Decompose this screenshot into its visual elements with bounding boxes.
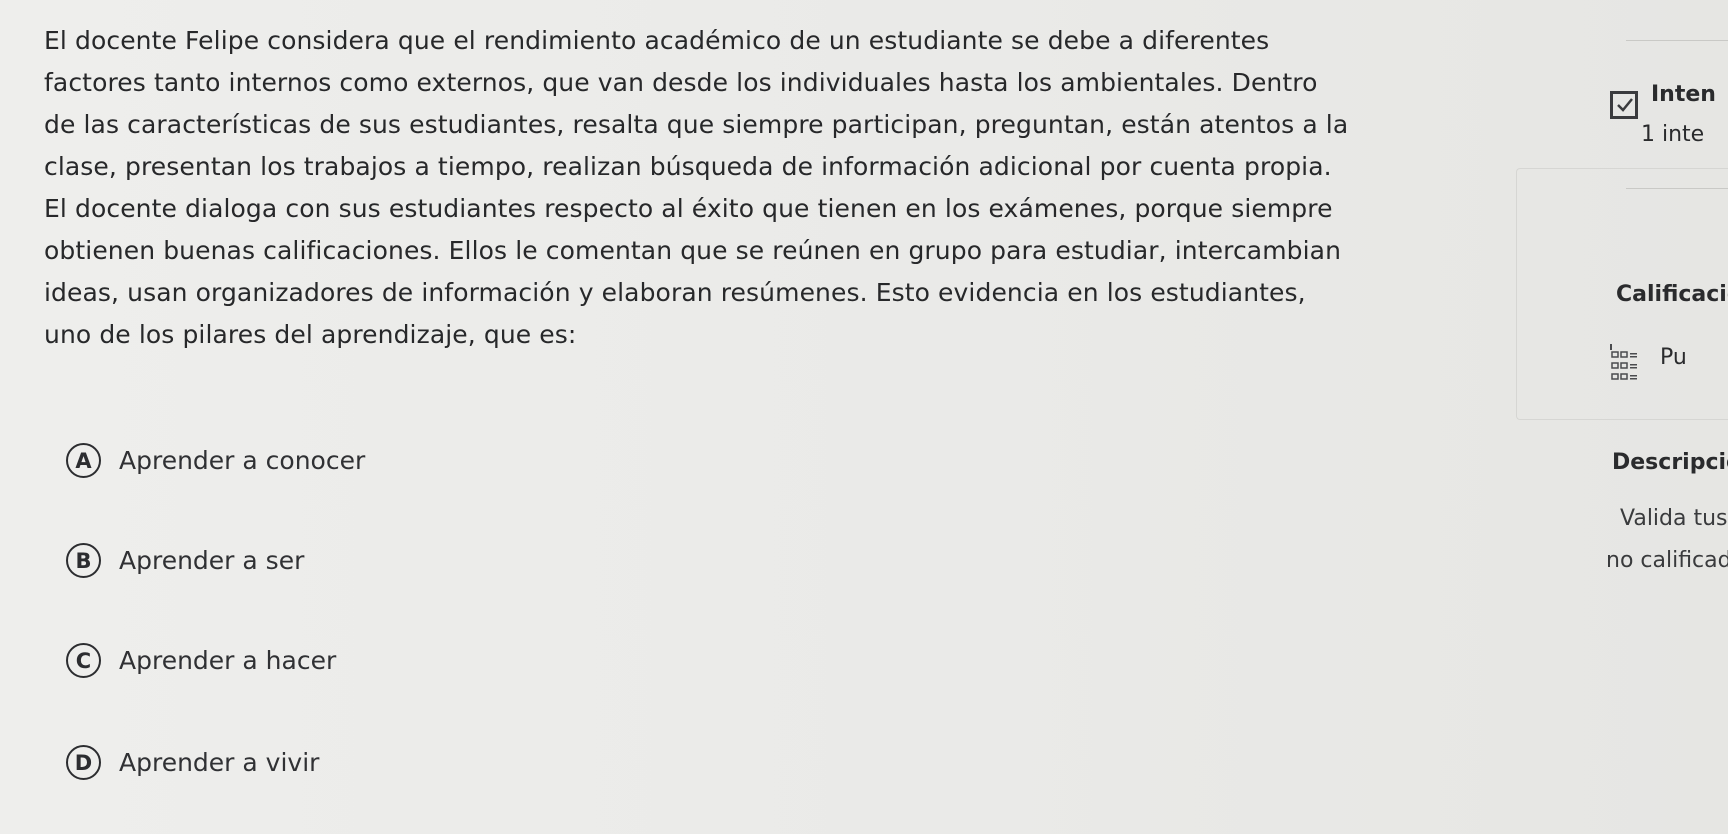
question-line: de las características de sus estudiante…: [44, 110, 1349, 139]
option-letter-badge[interactable]: A: [66, 443, 101, 478]
attempts-title: Inten: [1651, 82, 1716, 107]
question-line: factores tanto internos como externos, q…: [44, 68, 1318, 97]
option-label[interactable]: Aprender a conocer: [119, 446, 365, 475]
option-letter-badge[interactable]: D: [66, 745, 101, 780]
question-line: El docente Felipe considera que el rendi…: [44, 26, 1270, 55]
grid-list-icon: [1610, 344, 1637, 380]
attempts-count: 1 inte: [1641, 122, 1705, 147]
description-text: Valida tus c: [1620, 506, 1728, 531]
activity-info-panel: Inten 1 inte Calificacio Pu Descripció V…: [1516, 0, 1728, 834]
question-line: obtienen buenas calificaciones. Ellos le…: [44, 236, 1342, 265]
checkbox-check-icon[interactable]: [1610, 91, 1638, 119]
grading-value: Pu: [1660, 345, 1687, 370]
description-title: Descripció: [1612, 450, 1728, 475]
divider: [1626, 40, 1728, 41]
description-text: no calificad: [1606, 548, 1728, 573]
option-letter-badge[interactable]: B: [66, 543, 101, 578]
option-a[interactable]: A Aprender a conocer: [66, 443, 365, 478]
option-letter-badge[interactable]: C: [66, 643, 101, 678]
option-label[interactable]: Aprender a vivir: [119, 748, 319, 777]
question-line: ideas, usan organizadores de información…: [44, 278, 1306, 307]
option-label[interactable]: Aprender a hacer: [119, 646, 336, 675]
option-b[interactable]: B Aprender a ser: [66, 543, 304, 578]
question-line: El docente dialoga con sus estudiantes r…: [44, 194, 1333, 223]
option-label[interactable]: Aprender a ser: [119, 546, 304, 575]
option-c[interactable]: C Aprender a hacer: [66, 643, 336, 678]
option-d[interactable]: D Aprender a vivir: [66, 745, 319, 780]
question-line: clase, presentan los trabajos a tiempo, …: [44, 152, 1332, 181]
question-line: uno de los pilares del aprendizaje, que …: [44, 320, 577, 349]
question-text: El docente Felipe considera que el rendi…: [44, 20, 1484, 356]
